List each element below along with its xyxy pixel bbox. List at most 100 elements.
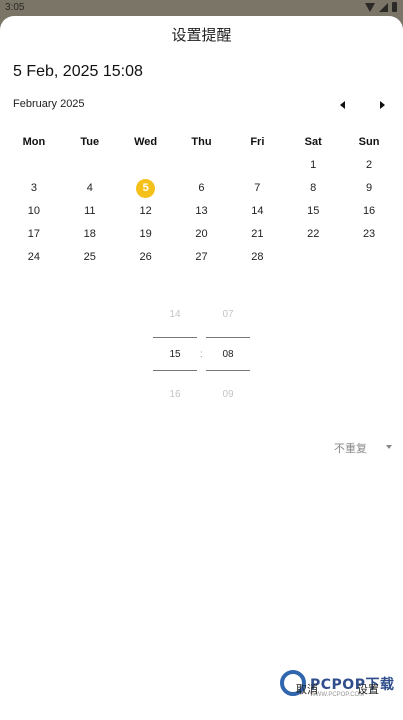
prev-month-button[interactable] <box>336 98 352 112</box>
caret-down-icon <box>386 445 392 449</box>
calendar-day[interactable]: 19 <box>118 223 174 246</box>
status-icons <box>365 2 397 12</box>
next-month-button[interactable] <box>374 98 390 112</box>
day-number: 12 <box>139 205 152 217</box>
calendar-day[interactable]: 13 <box>174 200 230 223</box>
calendar-day[interactable]: 26 <box>118 246 174 269</box>
calendar-day[interactable]: 20 <box>174 223 230 246</box>
day-number: 26 <box>139 251 152 263</box>
empty-cell <box>341 246 397 269</box>
empty-cell <box>6 154 62 177</box>
day-number: 15 <box>307 205 320 217</box>
status-bar: 3:05 <box>0 0 403 16</box>
calendar-day[interactable]: 25 <box>62 246 118 269</box>
calendar-day[interactable]: 10 <box>6 200 62 223</box>
set-button[interactable]: 设置 <box>357 681 379 697</box>
calendar-day[interactable]: 6 <box>174 177 230 200</box>
day-number: 1 <box>310 159 317 171</box>
day-number: 9 <box>366 182 373 194</box>
calendar-day[interactable]: 2 <box>341 154 397 177</box>
calendar-week: 17 18 19 20 21 22 23 <box>6 223 397 246</box>
weekday-label: Tue <box>80 136 100 148</box>
minute-prev[interactable]: 07 <box>206 309 250 320</box>
battery-icon <box>392 2 397 12</box>
selected-datetime: 5 Feb, 2025 15:08 <box>13 63 143 80</box>
calendar-day[interactable]: 14 <box>229 200 285 223</box>
divider <box>153 337 197 338</box>
chevron-left-icon <box>340 101 345 109</box>
weekday-label: Mon <box>22 136 46 148</box>
hour-prev[interactable]: 14 <box>153 309 197 320</box>
calendar-day[interactable]: 16 <box>341 200 397 223</box>
day-number: 20 <box>195 228 208 240</box>
calendar-day[interactable]: 4 <box>62 177 118 200</box>
empty-cell <box>229 154 285 177</box>
day-number: 18 <box>83 228 96 240</box>
empty-cell <box>62 154 118 177</box>
day-number: 21 <box>251 228 264 240</box>
day-number: 7 <box>254 182 261 194</box>
time-picker: 14 15 16 : 07 08 09 <box>150 306 254 406</box>
weekday-header: Mon Tue Wed Thu Fri Sat Sun <box>6 132 397 152</box>
calendar-week: 3 4 5 6 7 8 9 <box>6 177 397 200</box>
calendar-day[interactable]: 27 <box>174 246 230 269</box>
day-number: 24 <box>27 251 41 263</box>
day-number: 19 <box>139 228 152 240</box>
calendar-day[interactable]: 24 <box>6 246 62 269</box>
weekday-label: Thu <box>191 136 212 148</box>
day-number: 23 <box>362 228 376 240</box>
hour-next[interactable]: 16 <box>153 389 197 400</box>
cancel-button[interactable]: 取消 <box>296 681 318 697</box>
day-number: 11 <box>84 205 96 217</box>
calendar-day[interactable]: 17 <box>6 223 62 246</box>
day-number: 17 <box>27 228 41 240</box>
day-number: 2 <box>366 159 373 171</box>
month-label: February 2025 <box>13 98 85 110</box>
reminder-dialog: 设置提醒 5 Feb, 2025 15:08 February 2025 Mon… <box>0 16 403 720</box>
day-number: 4 <box>86 182 93 194</box>
day-number: 16 <box>362 205 376 217</box>
calendar-week: 12 <box>6 154 397 177</box>
calendar-day[interactable]: 15 <box>285 200 341 223</box>
calendar-grid: Mon Tue Wed Thu Fri Sat Sun 1 2 3 4 5 6 7 8 9 10 11 12 13 1… <box>6 132 397 269</box>
calendar-week: 24 25 26 27 28 <box>6 246 397 269</box>
day-number: 27 <box>195 251 208 263</box>
day-number: 14 <box>251 205 264 217</box>
weekday-label: Sun <box>358 136 380 148</box>
empty-cell <box>285 246 341 269</box>
wifi-icon <box>365 2 375 12</box>
calendar-day[interactable]: 18 <box>62 223 118 246</box>
day-number: 3 <box>30 182 37 194</box>
calendar-day[interactable]: 7 <box>229 177 285 200</box>
minute-current[interactable]: 08 <box>206 349 250 360</box>
divider <box>153 370 197 371</box>
repeat-value: 不重复 <box>334 443 367 455</box>
signal-icon <box>379 2 388 12</box>
day-number: 8 <box>310 182 317 194</box>
calendar-day[interactable]: 11 <box>62 200 118 223</box>
chevron-right-icon <box>380 101 385 109</box>
calendar-day[interactable]: 28 <box>229 246 285 269</box>
minute-next[interactable]: 09 <box>206 389 250 400</box>
empty-cell <box>174 154 230 177</box>
calendar-day[interactable]: 3 <box>6 177 62 200</box>
calendar-day[interactable]: 9 <box>341 177 397 200</box>
repeat-dropdown[interactable]: 不重复 <box>334 440 392 456</box>
divider <box>206 337 250 338</box>
calendar-day[interactable]: 12 <box>118 200 174 223</box>
calendar-day[interactable]: 23 <box>341 223 397 246</box>
day-number: 22 <box>307 228 320 240</box>
calendar-week: 10 11 12 13 14 15 16 <box>6 200 397 223</box>
hour-current[interactable]: 15 <box>153 349 197 360</box>
calendar-day[interactable]: 1 <box>285 154 341 177</box>
calendar-day[interactable]: 8 <box>285 177 341 200</box>
divider <box>206 370 250 371</box>
dialog-title: 设置提醒 <box>171 27 232 44</box>
day-number: 10 <box>27 205 41 217</box>
calendar-day-selected[interactable]: 5 <box>118 177 174 200</box>
status-time: 3:05 <box>5 2 25 13</box>
calendar-day[interactable]: 21 <box>229 223 285 246</box>
day-number: 25 <box>83 251 96 263</box>
calendar-day[interactable]: 22 <box>285 223 341 246</box>
time-separator: : <box>200 349 203 360</box>
